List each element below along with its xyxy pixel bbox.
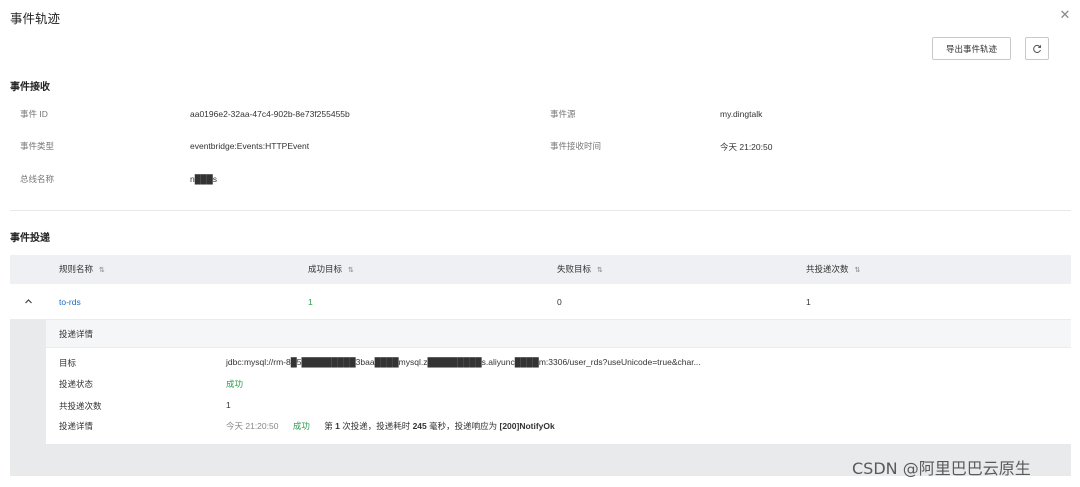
info-value: 今天 21:20:50 成功 第 1 次投递，投递耗时 245 毫秒，投递响应为… (226, 420, 555, 432)
delivery-heading: 事件投递 (10, 233, 50, 244)
receive-time-value: 今天 21:20:50 (720, 142, 773, 152)
event-source-label: 事件源 (550, 109, 576, 119)
receive-heading: 事件接收 (10, 82, 50, 93)
watermark: CSDN @阿里巴巴云原生 (852, 459, 1031, 478)
count-value: 1 (226, 400, 231, 410)
total-delivery-count: 1 (806, 297, 811, 307)
info-label: 投递详情 (59, 421, 94, 431)
column-total-deliveries[interactable]: 共投递次数 ⇅ (806, 255, 860, 284)
delivery-detail-card: 投递详情 目标 jdbc:mysql://rm-8█5█████████3baa… (46, 320, 1071, 444)
table-row: to-rds 1 0 1 (10, 284, 1071, 320)
receive-time-label: 事件接收时间 (550, 141, 602, 151)
count-label: 共投递次数 (59, 401, 102, 411)
info-text: 第 1 次投递，投递耗时 245 毫秒，投递响应为 [200]NotifyOk (324, 421, 555, 431)
column-rule-name[interactable]: 规则名称 ⇅ (59, 255, 105, 284)
refresh-icon (1033, 44, 1042, 53)
event-type-label: 事件类型 (20, 141, 55, 151)
event-type-value: eventbridge:Events:HTTPEvent (190, 141, 310, 151)
event-source-value: my.dingtalk (720, 109, 763, 119)
rule-name-link[interactable]: to-rds (59, 284, 81, 320)
detail-header: 投递详情 (46, 320, 1071, 348)
success-target-count[interactable]: 1 (308, 284, 313, 320)
export-button[interactable]: 导出事件轨迹 (932, 37, 1011, 60)
refresh-button[interactable] (1025, 37, 1049, 60)
sort-icon[interactable]: ⇅ (348, 267, 354, 274)
event-id-label: 事件 ID (20, 109, 48, 119)
sort-icon[interactable]: ⇅ (99, 267, 105, 274)
failed-target-count: 0 (557, 297, 562, 307)
info-time: 今天 21:20:50 (226, 421, 279, 431)
sort-icon[interactable]: ⇅ (855, 267, 861, 274)
status-label: 投递状态 (59, 379, 94, 389)
section-divider (10, 210, 1071, 211)
sort-icon[interactable]: ⇅ (597, 267, 603, 274)
dialog-title: 事件轨迹 (10, 12, 61, 26)
bus-name-label: 总线名称 (20, 174, 55, 184)
collapse-icon[interactable] (24, 284, 33, 320)
delivery-table-header: 规则名称 ⇅ 成功目标 ⇅ 失败目标 ⇅ 共投递次数 ⇅ (10, 255, 1071, 284)
column-success-target[interactable]: 成功目标 ⇅ (308, 255, 354, 284)
info-status: 成功 (292, 421, 310, 431)
expanded-row-panel: 投递详情 目标 jdbc:mysql://rm-8█5█████████3baa… (10, 320, 1071, 476)
column-failed-target[interactable]: 失败目标 ⇅ (557, 255, 603, 284)
target-value: jdbc:mysql://rm-8█5█████████3baa████mysq… (226, 357, 701, 367)
event-id-value: aa0196e2-32aa-47c4-902b-8e73f255455b (190, 109, 350, 119)
target-label: 目标 (59, 358, 77, 368)
status-value: 成功 (226, 379, 244, 389)
bus-name-value: n███s (190, 174, 218, 184)
close-icon[interactable]: ✕ (1058, 8, 1072, 22)
